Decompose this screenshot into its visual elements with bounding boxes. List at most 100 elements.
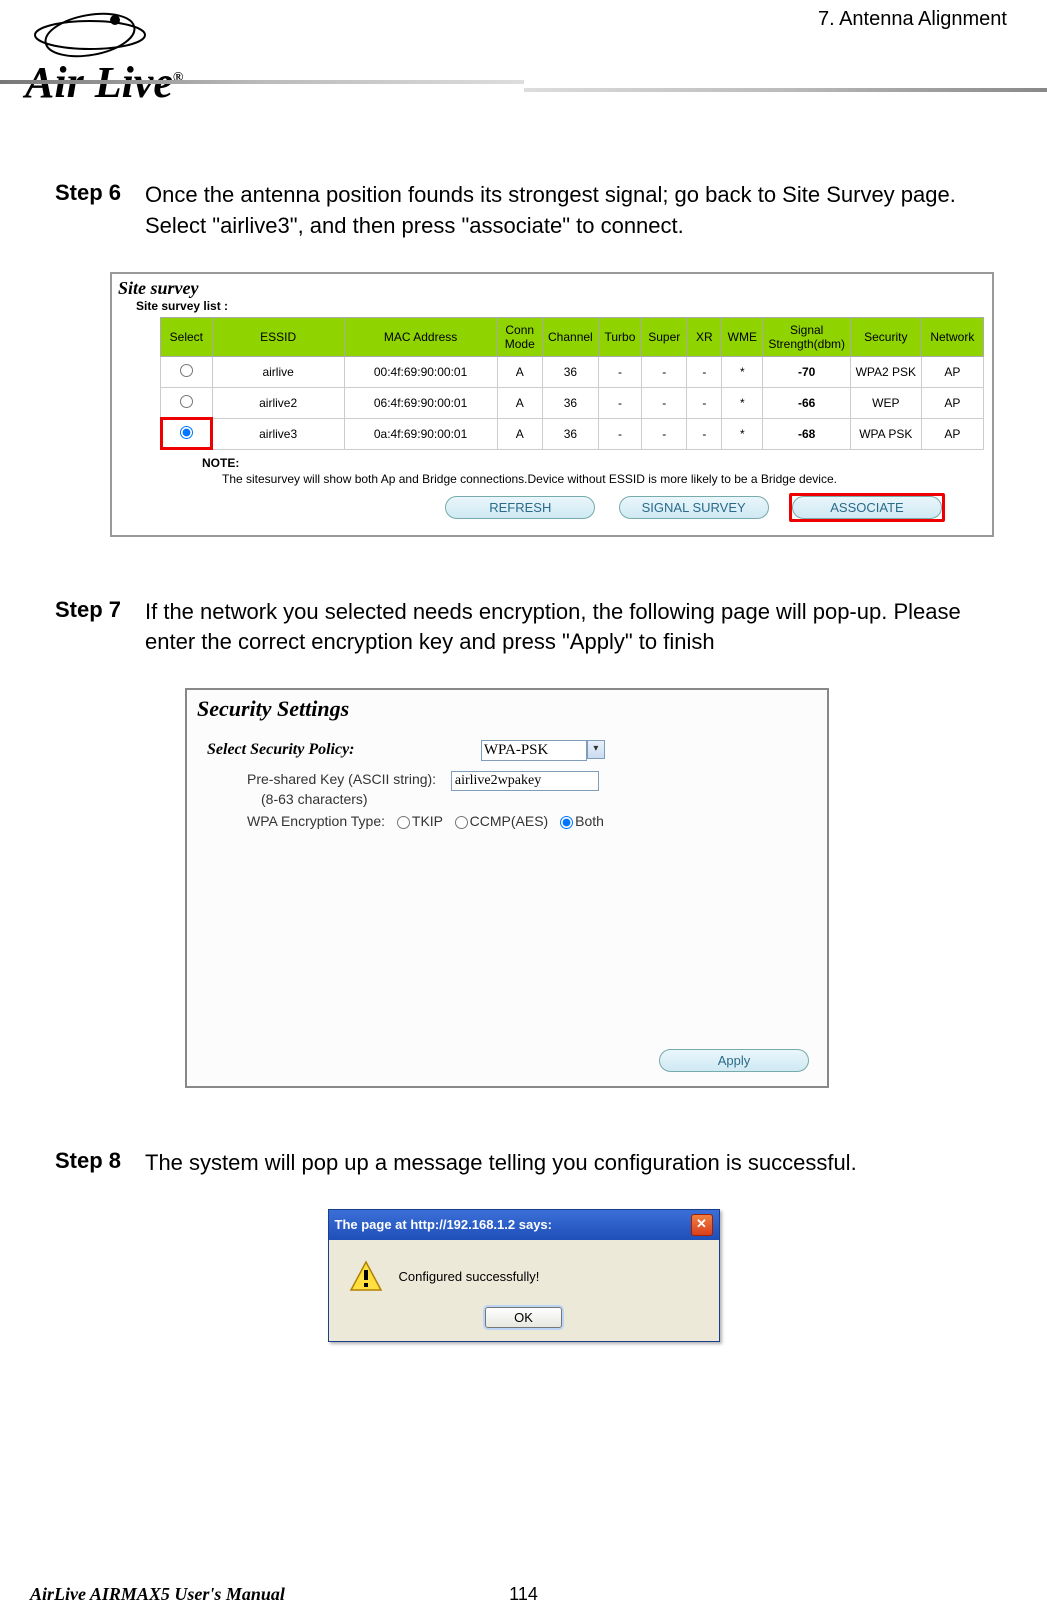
step-8-label: Step 8 bbox=[55, 1148, 145, 1179]
col-essid: ESSID bbox=[212, 317, 344, 356]
select-radio[interactable] bbox=[180, 395, 193, 408]
cell-xr: - bbox=[687, 356, 722, 387]
col-network: Network bbox=[921, 317, 983, 356]
cell-conn: A bbox=[497, 356, 542, 387]
step-7: Step 7 If the network you selected needs… bbox=[55, 597, 992, 659]
cell-conn: A bbox=[497, 418, 542, 449]
cell-network: AP bbox=[921, 418, 983, 449]
cell-signal: -66 bbox=[763, 387, 851, 418]
col-turbo: Turbo bbox=[598, 317, 641, 356]
manual-title: AirLive AIRMAX5 User's Manual bbox=[30, 1584, 285, 1605]
associate-button[interactable]: ASSOCIATE bbox=[792, 496, 942, 519]
cell-wme: * bbox=[722, 356, 763, 387]
step-6-text: Once the antenna position founds its str… bbox=[145, 180, 992, 242]
brand-logo: Air Live® bbox=[25, 5, 183, 108]
cell-wme: * bbox=[722, 418, 763, 449]
step-6-label: Step 6 bbox=[55, 180, 145, 242]
col-super: Super bbox=[642, 317, 687, 356]
site-survey-subtitle: Site survey list : bbox=[112, 299, 992, 317]
cell-turbo: - bbox=[598, 418, 641, 449]
section-title: 7. Antenna Alignment bbox=[818, 8, 1007, 31]
ok-button[interactable]: OK bbox=[485, 1307, 562, 1328]
cell-wme: * bbox=[722, 387, 763, 418]
both-radio[interactable] bbox=[560, 816, 573, 829]
ccmp-label: CCMP(AES) bbox=[470, 813, 549, 829]
step-8-text: The system will pop up a message telling… bbox=[145, 1148, 992, 1179]
security-policy-label: Select Security Policy: bbox=[207, 741, 477, 759]
cell-network: AP bbox=[921, 387, 983, 418]
ccmp-radio[interactable] bbox=[455, 816, 468, 829]
cell-mac: 0a:4f:69:90:00:01 bbox=[344, 418, 497, 449]
col-wme: WME bbox=[722, 317, 763, 356]
select-radio[interactable] bbox=[180, 426, 193, 439]
cell-signal: -70 bbox=[763, 356, 851, 387]
apply-button[interactable]: Apply bbox=[659, 1049, 809, 1072]
site-survey-table: Select ESSID MAC Address Conn Mode Chann… bbox=[160, 317, 984, 450]
cell-mac: 00:4f:69:90:00:01 bbox=[344, 356, 497, 387]
tkip-radio[interactable] bbox=[397, 816, 410, 829]
col-xr: XR bbox=[687, 317, 722, 356]
cell-channel: 36 bbox=[542, 387, 598, 418]
signal-survey-button[interactable]: SIGNAL SURVEY bbox=[619, 496, 769, 519]
dialog-message: Configured successfully! bbox=[399, 1269, 540, 1284]
cell-xr: - bbox=[687, 387, 722, 418]
note-label: NOTE: bbox=[112, 450, 992, 472]
cell-turbo: - bbox=[598, 387, 641, 418]
cell-essid: airlive2 bbox=[212, 387, 344, 418]
page-number: 114 bbox=[509, 1584, 538, 1605]
page-footer: AirLive AIRMAX5 User's Manual 114 bbox=[0, 1584, 1047, 1605]
security-settings-panel: Security Settings Select Security Policy… bbox=[185, 688, 829, 1088]
select-radio[interactable] bbox=[180, 364, 193, 377]
cell-channel: 36 bbox=[542, 356, 598, 387]
select-radio-cell[interactable] bbox=[161, 418, 213, 449]
close-icon[interactable]: ✕ bbox=[691, 1214, 713, 1236]
col-conn: Conn Mode bbox=[497, 317, 542, 356]
table-row: airlive 00:4f:69:90:00:01 A 36 - - - * -… bbox=[161, 356, 984, 387]
page-header: 7. Antenna Alignment Air Live® bbox=[0, 0, 1047, 120]
security-settings-title: Security Settings bbox=[197, 696, 817, 722]
header-divider bbox=[0, 80, 1047, 92]
cell-essid: airlive3 bbox=[212, 418, 344, 449]
step-6: Step 6 Once the antenna position founds … bbox=[55, 180, 992, 242]
cell-super: - bbox=[642, 387, 687, 418]
col-mac: MAC Address bbox=[344, 317, 497, 356]
security-policy-select[interactable]: WPA-PSK bbox=[481, 740, 587, 761]
encryption-type-label: WPA Encryption Type: bbox=[247, 813, 385, 829]
step-7-label: Step 7 bbox=[55, 597, 145, 659]
cell-super: - bbox=[642, 418, 687, 449]
col-signal: Signal Strength(dbm) bbox=[763, 317, 851, 356]
cell-network: AP bbox=[921, 356, 983, 387]
cell-security: WEP bbox=[850, 387, 921, 418]
cell-conn: A bbox=[497, 387, 542, 418]
table-row: airlive3 0a:4f:69:90:00:01 A 36 - - - * … bbox=[161, 418, 984, 449]
site-survey-panel: Site survey Site survey list : Select ES… bbox=[110, 272, 994, 537]
cell-security: WPA2 PSK bbox=[850, 356, 921, 387]
tkip-label: TKIP bbox=[412, 813, 443, 829]
cell-signal: -68 bbox=[763, 418, 851, 449]
psk-input[interactable] bbox=[451, 771, 599, 791]
col-channel: Channel bbox=[542, 317, 598, 356]
table-row: airlive2 06:4f:69:90:00:01 A 36 - - - * … bbox=[161, 387, 984, 418]
cell-security: WPA PSK bbox=[850, 418, 921, 449]
cell-turbo: - bbox=[598, 356, 641, 387]
confirmation-dialog: The page at http://192.168.1.2 says: ✕ C… bbox=[328, 1209, 720, 1342]
table-header-row: Select ESSID MAC Address Conn Mode Chann… bbox=[161, 317, 984, 356]
dialog-titlebar: The page at http://192.168.1.2 says: ✕ bbox=[329, 1210, 719, 1240]
cell-super: - bbox=[642, 356, 687, 387]
select-radio-cell[interactable] bbox=[161, 387, 213, 418]
col-select: Select bbox=[161, 317, 213, 356]
col-security: Security bbox=[850, 317, 921, 356]
associate-button-label: ASSOCIATE bbox=[830, 500, 903, 515]
select-radio-cell[interactable] bbox=[161, 356, 213, 387]
step-8: Step 8 The system will pop up a message … bbox=[55, 1148, 992, 1179]
cell-xr: - bbox=[687, 418, 722, 449]
note-text: The sitesurvey will show both Ap and Bri… bbox=[112, 472, 992, 496]
refresh-button[interactable]: REFRESH bbox=[445, 496, 595, 519]
site-survey-buttons: REFRESH SIGNAL SURVEY ASSOCIATE bbox=[112, 496, 992, 535]
step-7-text: If the network you selected needs encryp… bbox=[145, 597, 992, 659]
chevron-down-icon[interactable]: ▾ bbox=[587, 740, 605, 759]
warning-icon bbox=[349, 1260, 383, 1294]
site-survey-title: Site survey bbox=[112, 274, 992, 299]
psk-note: (8-63 characters) bbox=[261, 791, 817, 807]
cell-channel: 36 bbox=[542, 418, 598, 449]
